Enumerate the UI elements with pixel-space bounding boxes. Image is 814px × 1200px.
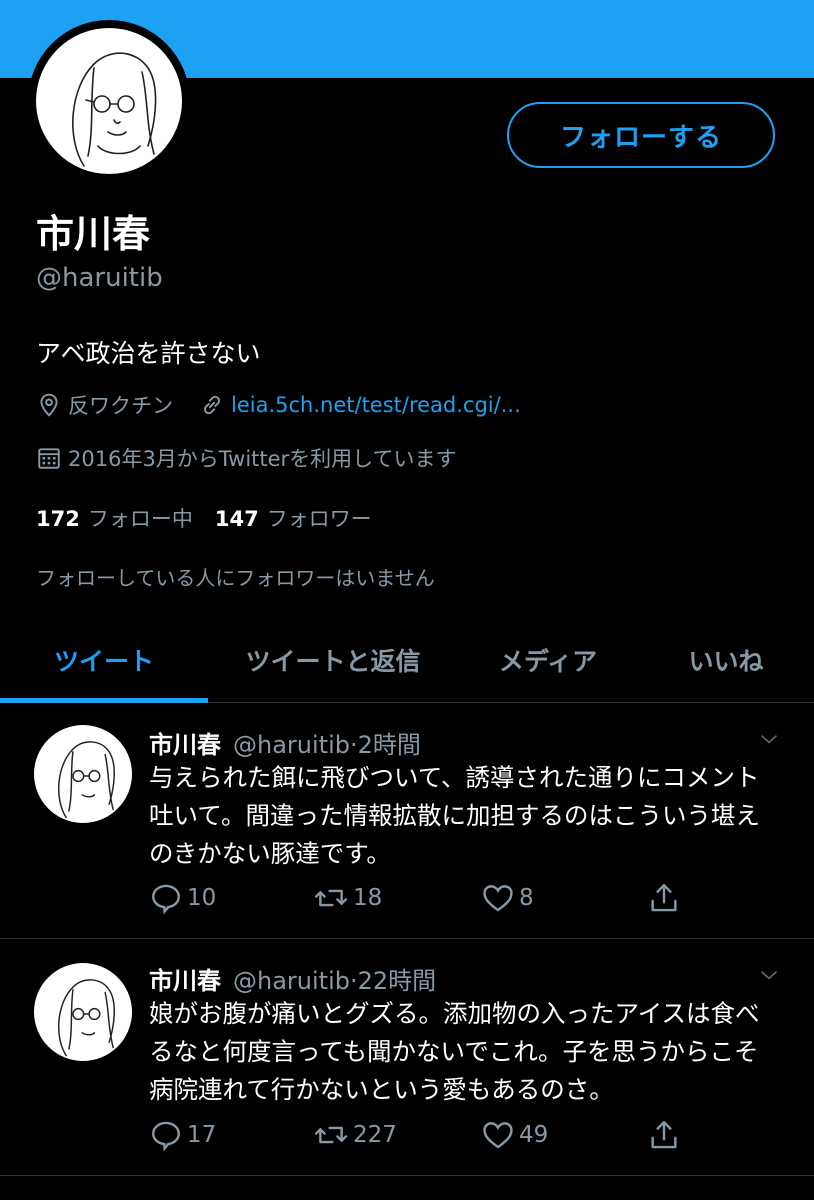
profile-bio: アベ政治を許さない xyxy=(36,339,261,368)
like-count: 8 xyxy=(519,885,534,911)
tweet-avatar[interactable] xyxy=(34,963,132,1061)
tweet-author-name[interactable]: 市川春 xyxy=(149,961,221,996)
tweet-author-name[interactable]: 市川春 xyxy=(149,725,221,760)
tweet-actions: 10 18 8 xyxy=(149,881,709,921)
tweet-text: 娘がお腹が痛いとグズる。添加物の入ったアイスは食べるなと何度言っても聞かないでこ… xyxy=(149,999,760,1104)
like-button[interactable]: 8 xyxy=(481,881,534,915)
profile-website-link[interactable]: leia.5ch.net/test/read.cgi/... xyxy=(231,393,521,417)
chevron-down-icon[interactable] xyxy=(756,729,782,749)
reply-icon xyxy=(152,1121,180,1152)
tab-tweets[interactable]: ツイート xyxy=(0,618,208,702)
tab-media[interactable]: メディア xyxy=(458,618,638,702)
share-icon xyxy=(651,1121,677,1149)
retweet-button[interactable]: 227 xyxy=(313,1118,397,1152)
profile-avatar[interactable] xyxy=(28,20,190,182)
profile-location: 反ワクチン xyxy=(68,394,173,418)
tab-tweets-and-replies[interactable]: ツイートと返信 xyxy=(208,618,458,702)
tweet-author-handle[interactable]: @haruitib xyxy=(233,967,350,995)
followers-you-know: フォローしている人にフォロワーはいません xyxy=(36,566,435,590)
tweet-header: 市川春 @haruitib · 2時間 xyxy=(149,725,421,760)
tweet-avatar[interactable] xyxy=(34,725,132,823)
tweet-timestamp[interactable]: 2時間 xyxy=(358,725,421,760)
retweet-count: 227 xyxy=(353,1122,397,1148)
profile-tabs: ツイート ツイートと返信 メディア いいね xyxy=(0,618,814,703)
followers-label: フォロワー xyxy=(266,507,372,531)
avatar-illustration xyxy=(72,52,157,167)
tweet-separator: · xyxy=(349,731,358,759)
reply-count: 10 xyxy=(187,885,217,911)
reply-button[interactable]: 17 xyxy=(149,1118,216,1152)
reply-icon xyxy=(152,884,180,915)
share-button[interactable] xyxy=(647,1118,685,1152)
location-icon xyxy=(40,393,58,417)
like-icon xyxy=(483,1122,513,1149)
avatar-illustration xyxy=(58,741,115,819)
tweet-text: 与えられた餌に飛びついて、誘導された通りにコメント吐いて。間違った情報拡散に加担… xyxy=(149,763,761,868)
followers-count: 147 xyxy=(214,507,259,531)
following-label: フォロー中 xyxy=(87,507,193,531)
retweet-icon xyxy=(314,889,348,907)
reply-button[interactable]: 10 xyxy=(149,881,216,915)
reply-count: 17 xyxy=(187,1122,217,1148)
link-icon xyxy=(203,395,221,415)
profile-stats: 172 フォロー中 147 フォロワー xyxy=(36,503,372,533)
profile-joined-date: 2016年3月からTwitterを利用しています xyxy=(68,447,457,471)
avatar-illustration xyxy=(58,979,115,1057)
followers-stat[interactable]: 147 フォロワー xyxy=(215,503,372,533)
tweet-timestamp[interactable]: 22時間 xyxy=(358,961,437,996)
tweet-separator: · xyxy=(349,967,358,995)
share-icon xyxy=(651,884,677,912)
profile-handle: @haruitib xyxy=(36,263,163,293)
profile-display-name: 市川春 xyxy=(36,212,151,256)
tweet[interactable]: 市川春 @haruitib · 2時間 与えられた餌に飛びついて、誘導された通り… xyxy=(0,703,814,939)
like-button[interactable]: 49 xyxy=(481,1118,548,1152)
tweet[interactable]: 市川春 @haruitib · 22時間 娘がお腹が痛いとグズる。添加物の入った… xyxy=(0,939,814,1176)
profile-meta-row: 反ワクチン leia.5ch.net/test/read.cgi/... xyxy=(36,390,521,420)
tweet-author-handle[interactable]: @haruitib xyxy=(233,731,350,759)
tweet-actions: 17 227 49 xyxy=(149,1118,709,1158)
retweet-icon xyxy=(314,1126,348,1144)
chevron-down-icon[interactable] xyxy=(756,965,782,985)
following-stat[interactable]: 172 フォロー中 xyxy=(36,503,193,533)
calendar-icon xyxy=(38,448,60,469)
like-icon xyxy=(483,885,513,912)
tab-likes[interactable]: いいね xyxy=(638,618,814,702)
follow-button[interactable]: フォローする xyxy=(507,102,775,168)
profile-joined-row: 2016年3月からTwitterを利用しています xyxy=(36,443,457,473)
retweet-button[interactable]: 18 xyxy=(313,881,382,915)
following-count: 172 xyxy=(36,507,80,531)
retweet-count: 18 xyxy=(353,885,383,911)
like-count: 49 xyxy=(519,1122,549,1148)
tweet-header: 市川春 @haruitib · 22時間 xyxy=(149,961,436,996)
share-button[interactable] xyxy=(647,881,685,915)
